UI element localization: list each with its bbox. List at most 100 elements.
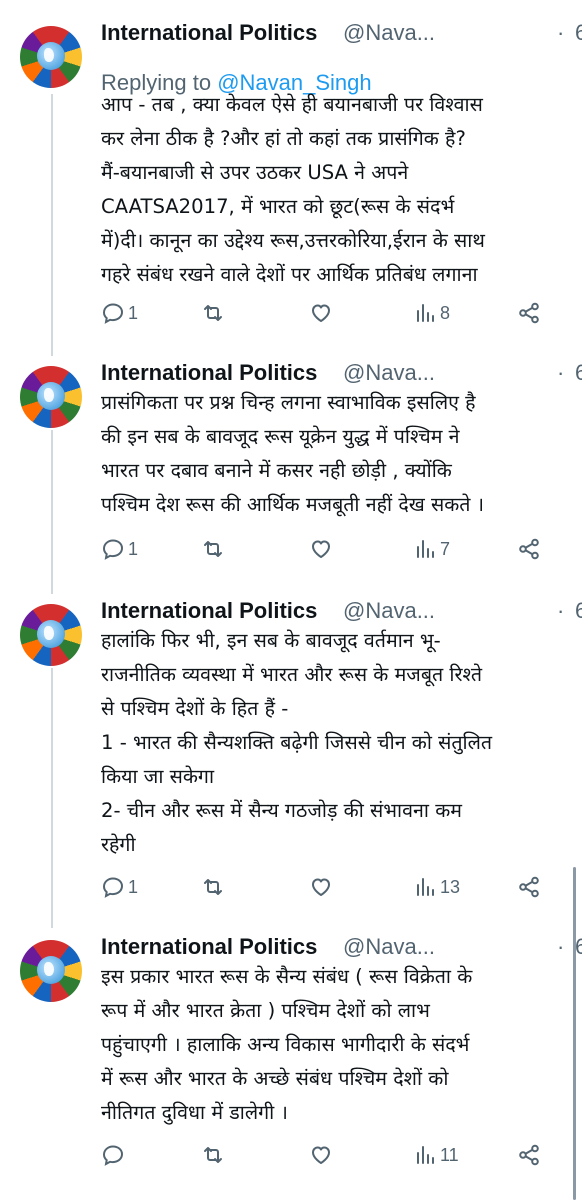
reply-count: 1 — [128, 538, 139, 559]
tweet-text-line: कर लेना ठीक है ?और हां तो कहां तक प्रासं… — [101, 127, 466, 150]
header-separator: · — [557, 598, 565, 623]
views-icon — [417, 540, 434, 558]
retweet-button[interactable] — [201, 298, 228, 328]
reply-count: 1 — [128, 302, 139, 323]
retweet-icon — [204, 541, 222, 557]
tweet-text-line: की इन सब के बावजूद रूस यूक्रेन युद्ध में… — [101, 425, 460, 448]
tweet-text-line: रहेगी — [101, 833, 136, 856]
header-separator: · — [557, 360, 565, 385]
avatar[interactable] — [20, 604, 82, 666]
tweet[interactable]: International Politics @Nava... · 6h हाल… — [0, 596, 582, 906]
author-handle[interactable]: @Nava... — [343, 20, 435, 46]
timestamp[interactable]: 6h — [575, 598, 582, 624]
share-button[interactable] — [517, 534, 541, 564]
tweet-text-line: पश्चिम देश रूस की आर्थिक मजबूती नहीं देख… — [101, 493, 485, 516]
views-button[interactable]: 11 — [413, 1140, 459, 1170]
tweet-text-line: पहुंचाएगी । हालाकि अन्य विकास भागीदारी क… — [101, 1033, 470, 1056]
tweet-text-line: आप - तब , क्या केवल ऐसे ही बयानबाजी पर व… — [101, 93, 483, 116]
retweet-button[interactable] — [201, 534, 228, 564]
heart-icon — [312, 304, 330, 322]
avatar[interactable] — [20, 26, 82, 88]
views-count: 13 — [440, 876, 461, 897]
tweet-text-line: भारत पर दबाव बनाने में कसर नही छोड़ी , क… — [101, 459, 452, 482]
retweet-button[interactable] — [201, 872, 228, 902]
views-button[interactable]: 13 — [413, 872, 460, 902]
views-button[interactable]: 7 — [413, 534, 450, 564]
reply-button[interactable]: 1 — [101, 534, 138, 564]
tweet-text-line: रूप में और भारत क्रेता ) पश्चिम देशों को… — [101, 999, 430, 1022]
views-icon — [417, 878, 434, 896]
tweet-text: प्रासंगिकता पर प्रश्न चिन्ह लगना स्वाभाव… — [101, 386, 566, 522]
like-button[interactable] — [309, 872, 336, 902]
tweet-text-line: 2- चीन और रूस में सैन्य गठजोड़ की संभावन… — [101, 799, 462, 822]
author-handle[interactable]: @Nava... — [343, 360, 435, 386]
tweet-text-line: में)दी। कानून का उद्देश्य रूस,उत्तरकोरिय… — [101, 229, 485, 252]
author-name[interactable]: International Politics — [101, 360, 317, 386]
views-icon — [417, 1146, 434, 1164]
tweet-text-line: राजनीतिक व्यवस्था में भारत और रूस के मजब… — [101, 663, 482, 686]
author-handle[interactable]: @Nava... — [343, 598, 435, 624]
tweet-text-line: से पश्चिम देशों के हित हैं - — [101, 697, 289, 720]
share-icon — [519, 302, 539, 324]
like-button[interactable] — [309, 1140, 336, 1170]
retweet-icon — [204, 1147, 222, 1163]
heart-icon — [312, 540, 330, 558]
reply-count: 1 — [128, 876, 139, 897]
tweet-text-line: किया जा सकेगा — [101, 765, 215, 788]
author-name[interactable]: International Politics — [101, 20, 317, 46]
views-count: 7 — [440, 538, 451, 559]
tweet-text-line: गहरे संबंध रखने वाले देशों पर आर्थिक प्र… — [101, 263, 478, 286]
share-button[interactable] — [517, 1140, 541, 1170]
tweet-header: International Politics @Nava... · 6h — [101, 18, 582, 50]
share-icon — [519, 1144, 539, 1166]
tweet-text-line: इस प्रकार भारत रूस के सैन्य संबंध ( रूस … — [101, 965, 473, 988]
tweet-text-line: 1 - भारत की सैन्यशक्ति बढ़ेगी जिससे चीन … — [101, 731, 493, 754]
tweet-text-line: नीतिगत दुविधा में डालेगी । — [101, 1101, 288, 1124]
tweet-text: हालांकि फिर भी, इन सब के बावजूद वर्तमान … — [101, 624, 566, 862]
tweet[interactable]: International Politics @Nava... · 6h प्र… — [0, 358, 582, 573]
tweet[interactable]: International Politics @Nava... · 6h इस … — [0, 932, 582, 1197]
author-handle[interactable]: @Nava... — [343, 934, 435, 960]
heart-icon — [312, 878, 330, 896]
reply-button[interactable]: 1 — [101, 872, 138, 902]
author-name[interactable]: International Politics — [101, 934, 317, 960]
share-button[interactable] — [517, 872, 541, 902]
tweet-text: इस प्रकार भारत रूस के सैन्य संबंध ( रूस … — [101, 960, 566, 1130]
tweet-text-line: प्रासंगिकता पर प्रश्न चिन्ह लगना स्वाभाव… — [101, 391, 476, 414]
like-button[interactable] — [309, 534, 336, 564]
reply-icon — [102, 877, 124, 898]
like-button[interactable] — [309, 298, 336, 328]
reply-button[interactable] — [101, 1140, 128, 1170]
reply-button[interactable]: 1 — [101, 298, 138, 328]
avatar[interactable] — [20, 940, 82, 1002]
heart-icon — [312, 1146, 330, 1164]
tweet-text-line: मैं-बयानबाजी से उपर उठकर USA ने अपने — [101, 161, 409, 184]
tweet-text-line: में रूस और भारत के अच्छे संबंध पश्चिम दे… — [101, 1067, 449, 1090]
retweet-icon — [204, 879, 222, 895]
tweet-actions: 1 7 — [101, 534, 561, 564]
tweet-actions: 11 — [101, 1140, 561, 1170]
tweet-text-line: हालांकि फिर भी, इन सब के बावजूद वर्तमान … — [101, 629, 441, 652]
share-button[interactable] — [517, 298, 541, 328]
tweet-actions: 1 8 — [101, 298, 561, 328]
timestamp[interactable]: 6h — [575, 20, 582, 46]
timestamp[interactable]: 6h — [575, 360, 582, 386]
scrollbar[interactable] — [573, 867, 576, 1200]
views-count: 11 — [440, 1144, 459, 1165]
views-count: 8 — [440, 302, 451, 323]
header-separator: · — [557, 20, 565, 45]
views-icon — [417, 304, 434, 322]
views-button[interactable]: 8 — [413, 298, 450, 328]
reply-icon — [102, 539, 124, 560]
header-separator: · — [557, 934, 565, 959]
retweet-button[interactable] — [201, 1140, 228, 1170]
author-name[interactable]: International Politics — [101, 598, 317, 624]
reply-icon — [102, 303, 124, 324]
timestamp[interactable]: 6h — [575, 934, 582, 960]
avatar[interactable] — [20, 366, 82, 428]
tweet-actions: 1 13 — [101, 872, 561, 902]
tweet[interactable]: International Politics @Nava... · 6h Rep… — [0, 18, 582, 348]
tweet-text: आप - तब , क्या केवल ऐसे ही बयानबाजी पर व… — [101, 88, 566, 292]
tweet-text-line: CAATSA2017, में भारत को छूट(रूस के संदर्… — [101, 195, 455, 218]
share-icon — [519, 538, 539, 560]
